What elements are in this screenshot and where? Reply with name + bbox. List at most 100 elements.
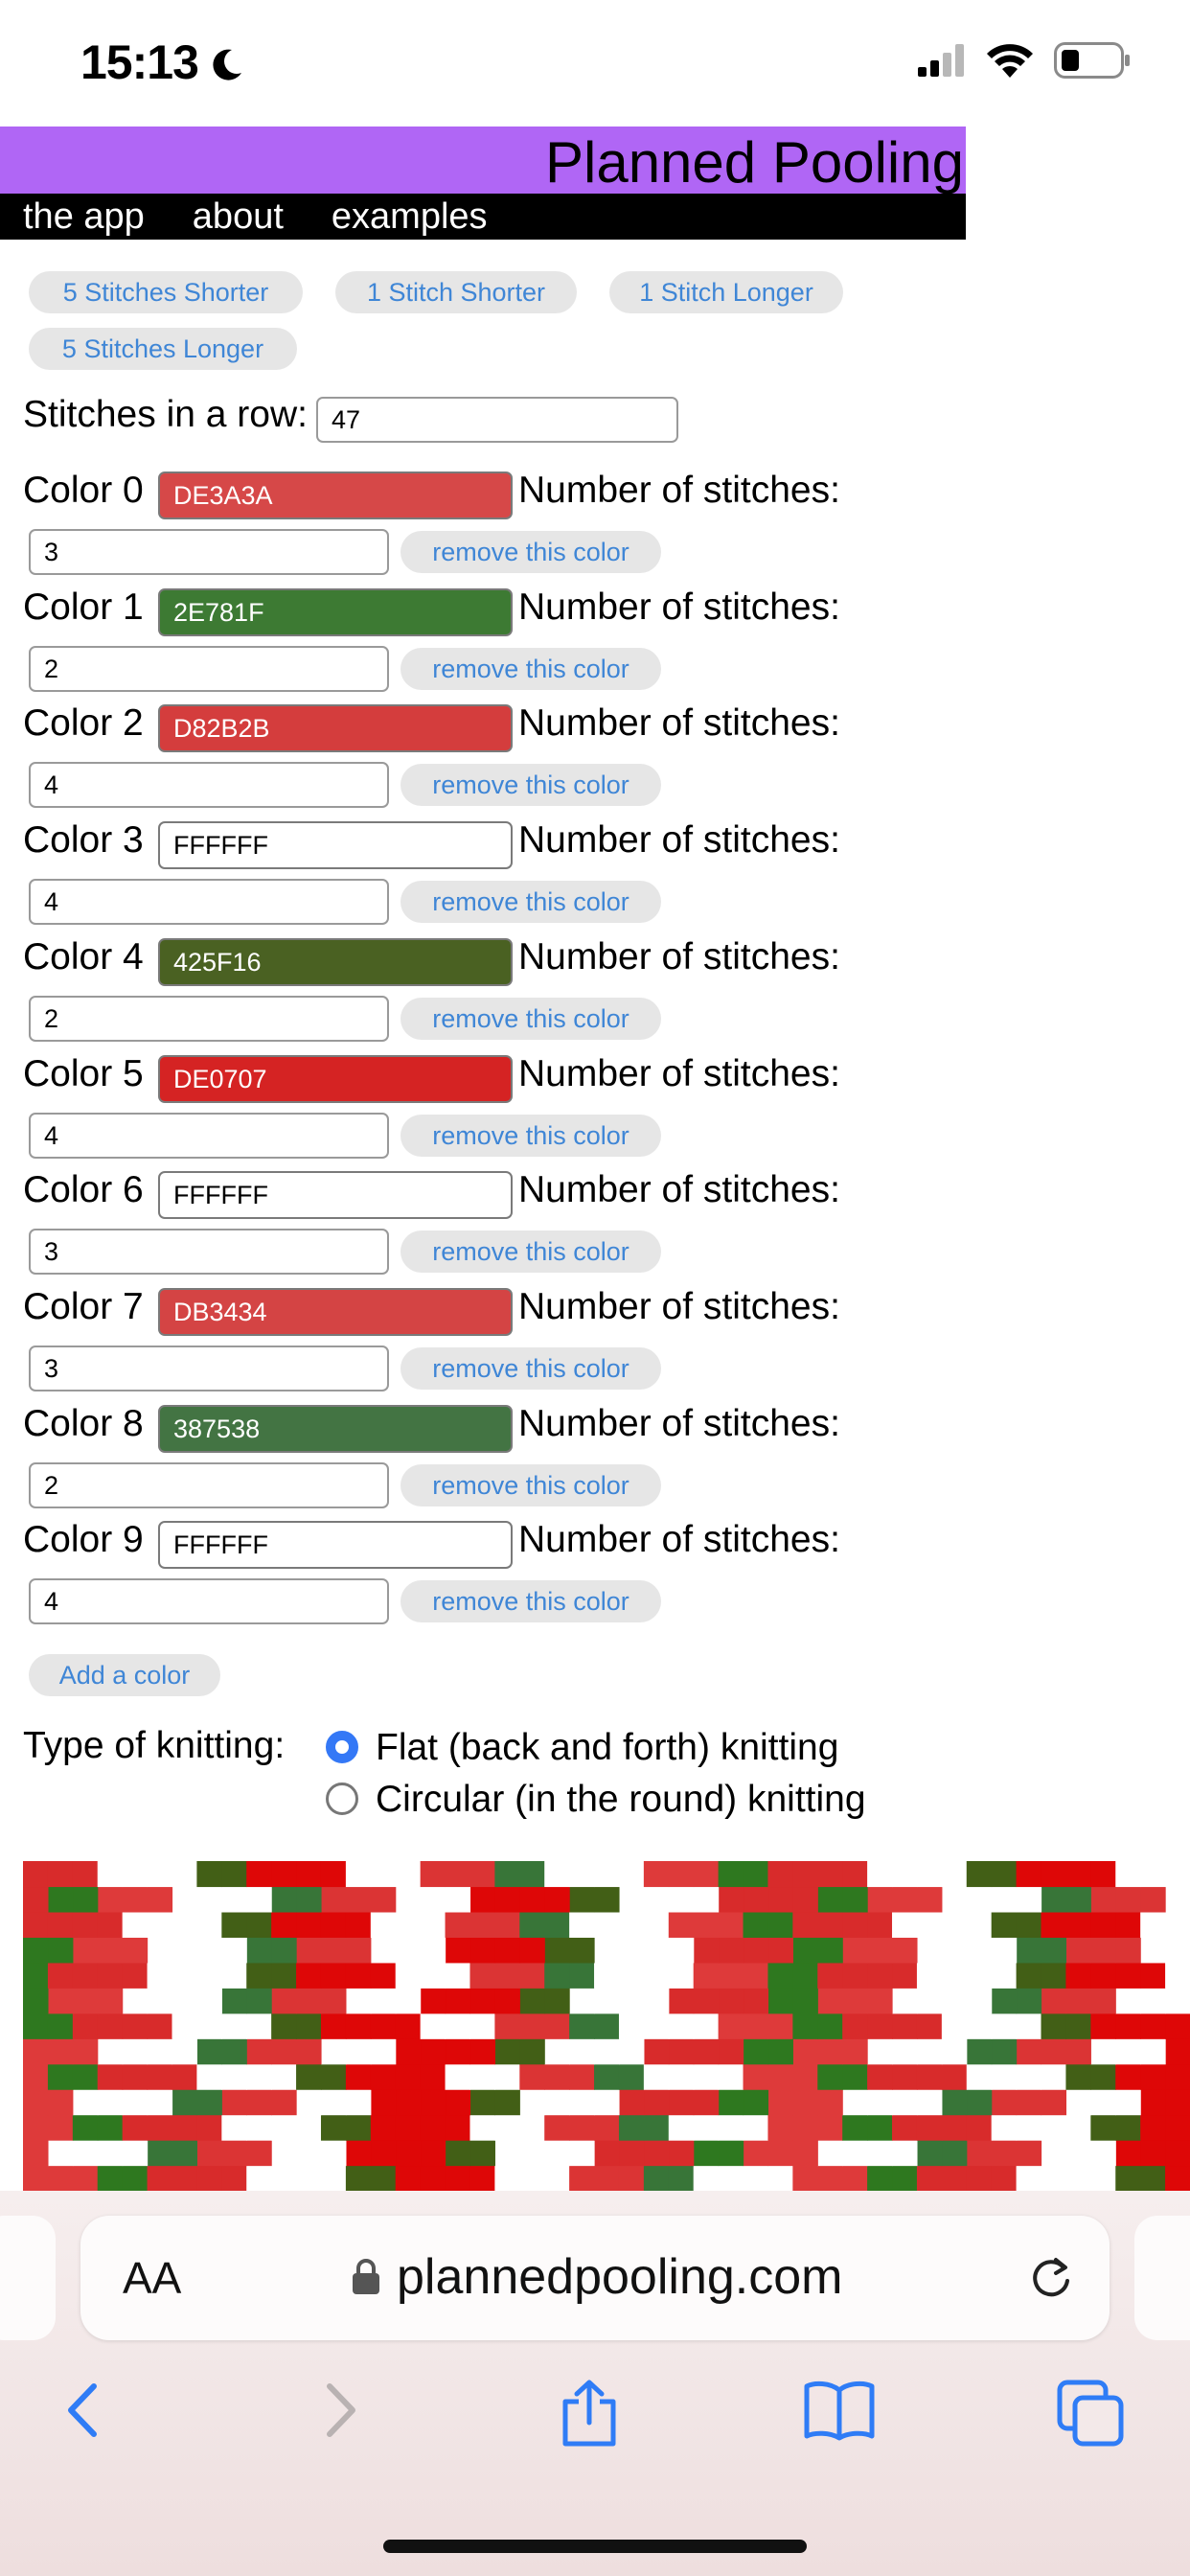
stitch-cell (1016, 2089, 1042, 2116)
stitch-cell (370, 2165, 397, 2191)
color-hex-input[interactable]: 2E781F (158, 588, 513, 636)
stitch-cell (1016, 2038, 1042, 2065)
stitch-cell (1016, 1988, 1042, 2014)
stitch-count-input[interactable]: 4 (29, 879, 389, 925)
stitch-cell (469, 2063, 495, 2090)
stitch-cell (196, 1962, 222, 1989)
forward-icon[interactable] (316, 2379, 364, 2442)
color-hex-input[interactable]: D82B2B (158, 704, 513, 752)
stitch-count-input[interactable]: 2 (29, 1462, 389, 1508)
stitch-cell (693, 2063, 720, 2090)
previous-tab-preview[interactable] (0, 2216, 56, 2340)
url-text: plannedpooling.com (397, 2249, 843, 2305)
stitch-count-input[interactable]: 3 (29, 1229, 389, 1275)
circular-knitting-label[interactable]: Circular (in the round) knitting (376, 1779, 866, 1821)
share-icon[interactable] (556, 2379, 623, 2448)
one-stitch-longer-button[interactable]: 1 Stitch Longer (609, 271, 843, 313)
stitches-in-row-input[interactable]: 47 (316, 397, 678, 443)
stitch-cell (668, 2089, 695, 2116)
stitch-count-input[interactable]: 2 (29, 646, 389, 692)
stitch-cell (1041, 1937, 1067, 1964)
stitch-count-input[interactable]: 4 (29, 762, 389, 808)
site-title: Planned Pooling (544, 130, 964, 195)
bookmarks-icon[interactable] (803, 2379, 876, 2442)
stitch-cell (594, 1861, 620, 1888)
flat-knitting-radio[interactable] (326, 1731, 358, 1763)
stitch-cell (643, 1988, 670, 2014)
stitch-cell (271, 1886, 297, 1913)
add-color-button[interactable]: Add a color (29, 1654, 220, 1696)
five-stitches-shorter-button[interactable]: 5 Stitches Shorter (29, 271, 303, 313)
color-hex-input[interactable]: DE0707 (158, 1055, 513, 1103)
reader-aa-button[interactable]: AA (123, 2252, 181, 2304)
stitch-cell (23, 2140, 49, 2167)
stitch-cell (23, 2165, 49, 2191)
remove-color-button[interactable]: remove this color (400, 764, 661, 806)
stitch-cell (172, 2114, 197, 2141)
remove-color-button[interactable]: remove this color (400, 1347, 661, 1390)
five-stitches-longer-button[interactable]: 5 Stitches Longer (29, 328, 297, 370)
flat-knitting-label[interactable]: Flat (back and forth) knitting (376, 1727, 838, 1769)
one-stitch-shorter-button[interactable]: 1 Stitch Shorter (335, 271, 577, 313)
stitch-cell (693, 1911, 720, 1938)
remove-color-button[interactable]: remove this color (400, 881, 661, 923)
stitch-cell (494, 2038, 520, 2065)
stitch-cell (395, 2012, 422, 2039)
color-hex-input[interactable]: 425F16 (158, 938, 513, 986)
stitch-cell (370, 1937, 397, 1964)
stitch-cell (72, 2063, 99, 2090)
stitch-cell (569, 1962, 595, 1989)
remove-color-button[interactable]: remove this color (400, 998, 661, 1040)
stitch-count-input[interactable]: 4 (29, 1578, 389, 1624)
stitch-count-input[interactable]: 4 (29, 1113, 389, 1159)
stitch-cell (916, 2140, 943, 2167)
stitch-cell (97, 2114, 124, 2141)
color-hex-input[interactable]: 387538 (158, 1405, 513, 1453)
stitch-cell (892, 2140, 918, 2167)
color-label: Color 9 (23, 1519, 144, 1560)
remove-color-button[interactable]: remove this color (400, 648, 661, 690)
color-hex-input[interactable]: DB3434 (158, 1288, 513, 1336)
stitch-cell (916, 1886, 943, 1913)
stitch-cell (668, 1962, 695, 1989)
address-bar[interactable]: AA plannedpooling.com (80, 2216, 1110, 2340)
stitch-cell (1065, 2114, 1091, 2141)
nav-link-examples[interactable]: examples (332, 196, 488, 238)
tabs-icon[interactable] (1056, 2379, 1125, 2448)
stitch-cell (569, 1937, 595, 1964)
stitch-cell (494, 1911, 520, 1938)
nav-link-about[interactable]: about (193, 196, 284, 238)
stitch-cell (246, 1861, 272, 1888)
stitch-count-input[interactable]: 3 (29, 1346, 389, 1392)
next-tab-preview[interactable] (1134, 2216, 1190, 2340)
stitch-cell (345, 2089, 372, 2116)
stitch-cell (147, 2089, 173, 2116)
color-hex-input[interactable]: DE3A3A (158, 472, 513, 519)
remove-color-button[interactable]: remove this color (400, 1230, 661, 1273)
circular-knitting-radio[interactable] (326, 1782, 358, 1815)
stitch-cell (1115, 2140, 1141, 2167)
stitch-cell (519, 2165, 545, 2191)
color-hex-input[interactable]: FFFFFF (158, 1521, 513, 1569)
stitch-cell (892, 2114, 918, 2141)
stitch-cell (445, 2012, 471, 2039)
stitch-cell (147, 1886, 173, 1913)
color-hex-input[interactable]: FFFFFF (158, 821, 513, 869)
stitch-count-input[interactable]: 2 (29, 996, 389, 1042)
remove-color-button[interactable]: remove this color (400, 1580, 661, 1622)
stitch-cell (668, 2140, 695, 2167)
stitch-cell (47, 1937, 74, 1964)
stitch-count-input[interactable]: 3 (29, 529, 389, 575)
color-hex-input[interactable]: FFFFFF (158, 1171, 513, 1219)
remove-color-button[interactable]: remove this color (400, 531, 661, 573)
stitch-cell (842, 2114, 868, 2141)
reload-icon[interactable] (1027, 2254, 1075, 2302)
nav-link-the-app[interactable]: the app (23, 196, 145, 238)
stitch-cell (23, 1962, 49, 1989)
stitch-cell (271, 1988, 297, 2014)
back-icon[interactable] (59, 2379, 107, 2442)
remove-color-button[interactable]: remove this color (400, 1115, 661, 1157)
stitch-cell (941, 2140, 968, 2167)
remove-color-button[interactable]: remove this color (400, 1464, 661, 1506)
site-header: Planned Pooling (0, 126, 966, 195)
